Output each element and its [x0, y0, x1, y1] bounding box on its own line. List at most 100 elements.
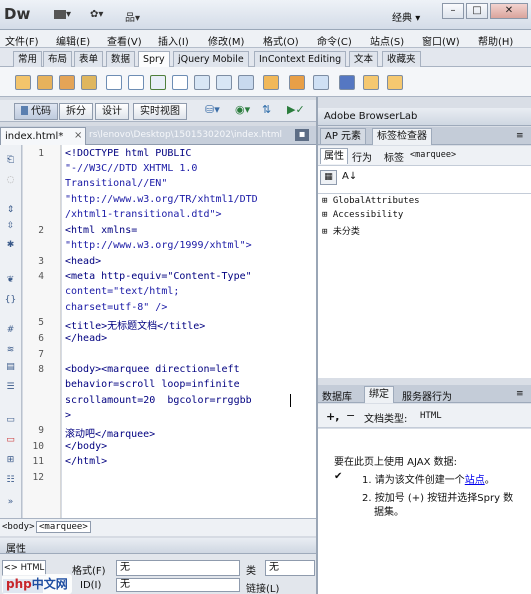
balance-braces-icon[interactable]: {} [4, 295, 17, 306]
preview-browser-icon[interactable]: ◉▾ [235, 103, 250, 116]
select-parent-tag-icon[interactable]: ❦ [4, 275, 17, 286]
insert-tabs: 常用 布局 表单 数据 Spry jQuery Mobile InContext… [0, 48, 531, 67]
menu-edit[interactable]: 编辑(E) [56, 33, 90, 48]
menu-format[interactable]: 格式(O) [263, 33, 299, 48]
sort-az-icon[interactable]: A↓ [342, 171, 357, 182]
tab-spry[interactable]: Spry [138, 51, 170, 67]
tab-text[interactable]: 文本 [349, 51, 379, 67]
doc-path: rs\lenovo\Desktop\1501530202\index.html [89, 130, 282, 140]
tab-server-behaviors[interactable]: 服务器行为 [402, 388, 452, 403]
split-view-button[interactable]: 拆分 [59, 103, 93, 120]
menu-insert[interactable]: 插入(I) [158, 33, 189, 48]
menu-site[interactable]: 站点(S) [370, 33, 404, 48]
close-doc-icon[interactable]: ▪ [295, 129, 309, 141]
spry-menubar-icon[interactable] [263, 75, 279, 90]
spry-validation-select-icon[interactable] [128, 75, 144, 90]
category-accessibility[interactable]: ⊞ Accessibility [322, 210, 403, 220]
menu-modify[interactable]: 修改(M) [208, 33, 244, 48]
line-numbers-icon[interactable]: # [4, 325, 17, 336]
tab-incontext-editing[interactable]: InContext Editing [254, 51, 347, 67]
tab-favorites[interactable]: 收藏夹 [382, 51, 421, 67]
minimize-button[interactable]: – [442, 3, 464, 19]
remove-comment-icon[interactable]: ▭ [4, 435, 17, 446]
spry-region-icon[interactable] [37, 75, 53, 90]
collapse-full-tag-icon[interactable]: ⇕ [4, 205, 17, 216]
menu-view[interactable]: 查看(V) [107, 33, 142, 48]
tab-behaviors[interactable]: 行为 [352, 149, 372, 164]
show-code-nav-icon[interactable]: ◌ [4, 175, 17, 186]
spry-effects-icon[interactable] [387, 75, 403, 90]
spry-radio-icon[interactable] [238, 75, 254, 90]
more-tools-icon[interactable]: » [4, 497, 17, 508]
apply-comment-icon[interactable]: ▭ [4, 415, 17, 426]
tab-jquery-mobile[interactable]: jQuery Mobile [173, 51, 249, 67]
add-binding-button[interactable]: +, [326, 410, 339, 423]
wrap-tag-icon[interactable]: ⊞ [4, 455, 17, 466]
close-tab-icon[interactable]: × [74, 130, 82, 141]
spry-repeat-list-icon[interactable] [81, 75, 97, 90]
site-link[interactable]: 站点 [465, 475, 485, 486]
spry-textarea-icon[interactable] [172, 75, 188, 90]
expand-all-icon[interactable]: ✱ [4, 240, 17, 251]
spry-confirm-icon[interactable] [216, 75, 232, 90]
spry-tooltip-icon[interactable] [363, 75, 379, 90]
browserlab-header[interactable]: Adobe BrowserLab [318, 108, 531, 126]
bindings-toolbar: +, − 文档类型: HTML [318, 404, 531, 428]
id-select[interactable]: 无 [116, 578, 240, 592]
collapse-selection-icon[interactable]: ⇳ [4, 221, 17, 232]
spry-tabbed-icon[interactable] [289, 75, 305, 90]
file-management-icon[interactable]: ⛁▾ [205, 103, 220, 116]
syntax-coloring-icon[interactable]: ▤ [4, 362, 17, 373]
spry-dataset-icon[interactable] [15, 75, 31, 90]
tab-bindings[interactable]: 绑定 [364, 386, 394, 403]
breadcrumb-body[interactable]: <body> [2, 522, 35, 532]
category-global-attributes[interactable]: ⊞ GlobalAttributes [322, 196, 420, 206]
site-menu-icon[interactable]: 品▾ [125, 9, 140, 24]
auto-indent-icon[interactable]: ☰ [4, 382, 17, 393]
open-docs-icon[interactable]: ⎗ [4, 155, 17, 166]
spry-password-icon[interactable] [194, 75, 210, 90]
workspace-switcher[interactable]: 经典 ▾ [392, 9, 420, 24]
recent-snippets-icon[interactable]: ☷ [4, 475, 17, 486]
tab-layout[interactable]: 布局 [43, 51, 73, 67]
remove-binding-button[interactable]: − [346, 409, 355, 422]
tab-databases[interactable]: 数据库 [322, 388, 352, 403]
tab-attributes[interactable]: 属性 [320, 148, 348, 164]
spry-checkbox-icon[interactable] [150, 75, 166, 90]
format-select[interactable]: 无 [116, 560, 240, 576]
validate-icon[interactable]: ▶✓ [287, 103, 305, 116]
spry-collapsible-icon[interactable] [339, 75, 355, 90]
tab-common[interactable]: 常用 [13, 51, 43, 67]
tab-forms[interactable]: 表单 [74, 51, 104, 67]
spry-repeat-icon[interactable] [59, 75, 75, 90]
design-view-button[interactable]: 设计 [95, 103, 129, 120]
close-window-button[interactable]: ✕ [490, 3, 528, 19]
doc-tab-index[interactable]: index.html* × [0, 127, 86, 145]
category-uncategorized[interactable]: ⊞ 未分类 [322, 224, 360, 237]
menu-commands[interactable]: 命令(C) [317, 33, 352, 48]
code-view-button[interactable]: 代码 [14, 103, 58, 120]
format-label: 格式(F) [72, 566, 106, 577]
menu-help[interactable]: 帮助(H) [478, 33, 513, 48]
line-number: 11 [32, 456, 44, 467]
watermark-logo: php中文网 [2, 574, 72, 594]
live-view-button[interactable]: 实时视图 [133, 103, 187, 120]
menu-file[interactable]: 文件(F) [5, 33, 39, 48]
spry-accordion-icon[interactable] [313, 75, 329, 90]
spry-validation-text-icon[interactable] [106, 75, 122, 90]
panel-menu-icon[interactable]: ≡ [516, 131, 524, 141]
layout-menu-icon[interactable]: ▾ [54, 9, 71, 20]
tab-data[interactable]: 数据 [106, 51, 136, 67]
tab-tag-inspector[interactable]: 标签检查器 [372, 128, 432, 145]
tab-ap-elements[interactable]: AP 元素 [320, 128, 367, 145]
refresh-icon[interactable]: ⇅ [262, 103, 271, 116]
highlight-invalid-icon[interactable]: ≋ [4, 345, 17, 356]
menu-window[interactable]: 窗口(W) [422, 33, 460, 48]
panel-menu-icon[interactable]: ≡ [516, 389, 524, 399]
code-editor[interactable]: <!DOCTYPE html PUBLIC "-//W3C//DTD XHTML… [62, 145, 316, 518]
gear-menu-icon[interactable]: ✿▾ [90, 9, 103, 20]
category-view-icon[interactable]: ▦ [320, 170, 337, 185]
restore-button[interactable]: □ [466, 3, 488, 19]
breadcrumb-marquee[interactable]: <marquee> [36, 521, 91, 533]
class-select[interactable]: 无 [265, 560, 315, 576]
